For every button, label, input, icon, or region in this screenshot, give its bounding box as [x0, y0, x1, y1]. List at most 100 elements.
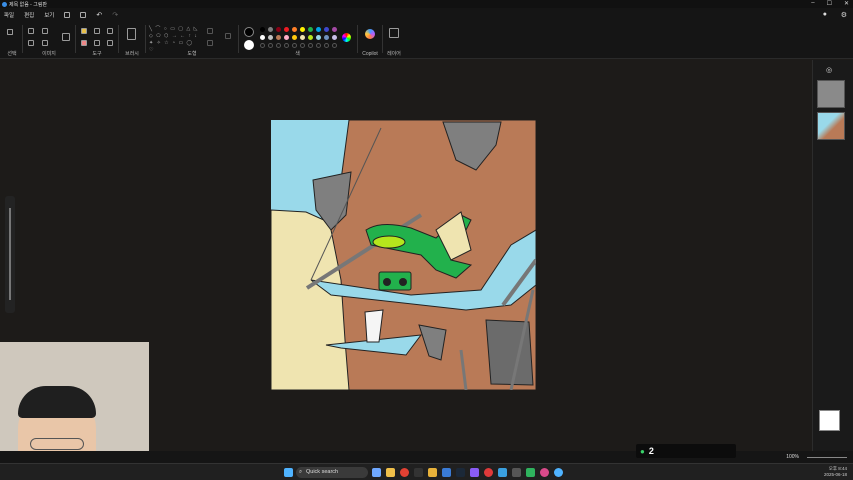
empty-color-slot[interactable]: [332, 43, 337, 48]
color-swatch[interactable]: [268, 35, 273, 40]
taskbar-search[interactable]: ⌕ Quick search: [296, 467, 368, 478]
profile-icon[interactable]: ●: [823, 11, 827, 18]
color-swatch[interactable]: [284, 35, 289, 40]
menu-view[interactable]: 보기: [44, 11, 54, 19]
divider: [118, 25, 119, 53]
empty-color-slot[interactable]: [324, 43, 329, 48]
color-picker-icon[interactable]: [94, 40, 100, 46]
color-swatch[interactable]: [308, 35, 313, 40]
menu-edit[interactable]: 편집: [24, 11, 34, 19]
menu-bar: 파일 편집 보기 ↶ ↷ ● ⚙: [0, 8, 853, 21]
window-title: 제목 없음 - 그림판: [9, 1, 48, 8]
outline-icon[interactable]: [207, 28, 213, 34]
chrome-icon[interactable]: [400, 468, 409, 477]
color-swatch[interactable]: [324, 35, 329, 40]
color-swatch[interactable]: [316, 27, 321, 32]
empty-color-slot[interactable]: [260, 43, 265, 48]
app-icon[interactable]: [484, 468, 493, 477]
app-icon[interactable]: [540, 468, 549, 477]
layers-icon[interactable]: [389, 28, 399, 38]
background-removal-icon[interactable]: [62, 33, 70, 41]
color-swatch[interactable]: [292, 35, 297, 40]
empty-color-slot[interactable]: [308, 43, 313, 48]
undo-icon[interactable]: ↶: [96, 11, 102, 19]
zoom-slider[interactable]: [9, 208, 11, 300]
fill-icon[interactable]: [94, 28, 100, 34]
color-swatch[interactable]: [316, 35, 321, 40]
color-swatch[interactable]: [276, 35, 281, 40]
save-icon[interactable]: [64, 11, 71, 18]
resize-icon[interactable]: [42, 28, 48, 34]
select-icon[interactable]: [7, 29, 13, 35]
color-swatch[interactable]: [300, 27, 305, 32]
brushes-group: 브러시: [120, 23, 144, 57]
copilot-icon[interactable]: [365, 29, 375, 39]
empty-color-slot[interactable]: [292, 43, 297, 48]
menu-file[interactable]: 파일: [4, 11, 14, 19]
color-swatch[interactable]: [332, 27, 337, 32]
app-icon[interactable]: [526, 468, 535, 477]
text-icon[interactable]: [107, 28, 113, 34]
app-icon[interactable]: [470, 468, 479, 477]
color-swatch[interactable]: [268, 27, 273, 32]
secondary-color[interactable]: [244, 40, 254, 50]
paint-taskbar-icon[interactable]: [554, 468, 563, 477]
rotate-icon[interactable]: [28, 40, 34, 46]
empty-color-slot[interactable]: [276, 43, 281, 48]
empty-color-slot[interactable]: [316, 43, 321, 48]
file-explorer-icon[interactable]: [386, 468, 395, 477]
color-swatch[interactable]: [292, 27, 297, 32]
color-swatch[interactable]: [284, 27, 289, 32]
start-icon[interactable]: [284, 468, 293, 477]
copilot-taskbar-icon[interactable]: [372, 468, 381, 477]
stroke-size-icon[interactable]: [225, 33, 231, 39]
secondary-color-chip[interactable]: [819, 410, 840, 431]
color-swatch[interactable]: [300, 35, 305, 40]
app-icon[interactable]: [498, 468, 507, 477]
layer-visibility-icon[interactable]: ◎: [826, 66, 832, 74]
zoom-slider-bar[interactable]: [807, 456, 847, 458]
zoom-slider-panel: [5, 196, 15, 313]
share-icon[interactable]: [80, 11, 87, 18]
app-icon[interactable]: [428, 468, 437, 477]
selection-label: 선택: [7, 51, 17, 57]
brush-icon[interactable]: [127, 28, 136, 40]
system-tray[interactable]: 오후 8:44 2025-06-18: [824, 466, 847, 478]
tools-group: 도구: [77, 23, 117, 57]
frog-belly: [372, 235, 406, 249]
settings-icon[interactable]: ⚙: [841, 11, 847, 19]
maximize-button[interactable]: ☐: [827, 0, 832, 7]
steam-icon[interactable]: [456, 468, 465, 477]
shapes-gallery[interactable]: ╲ ⌒ ○ ▭ ▢ △ ◺ ◇ ⬠ ⬡ → ← ↑ ↓ ✦ ✧ ☆ ◔ ▭ ◯ ♡: [149, 26, 201, 53]
layer-thumbnail[interactable]: [817, 112, 845, 140]
webcam-glasses: [30, 438, 84, 450]
color-swatch[interactable]: [260, 35, 265, 40]
layer-thumbnail[interactable]: [817, 80, 845, 108]
edit-colors-icon[interactable]: [342, 33, 351, 42]
empty-color-slot[interactable]: [300, 43, 305, 48]
minimize-button[interactable]: –: [811, 0, 814, 7]
drawing-canvas[interactable]: [271, 120, 536, 390]
app-icon[interactable]: [512, 468, 521, 477]
shape-fill-icon[interactable]: [207, 40, 213, 46]
flip-icon[interactable]: [42, 40, 48, 46]
color-swatch[interactable]: [276, 27, 281, 32]
redo-icon[interactable]: ↷: [112, 11, 118, 19]
primary-color[interactable]: [244, 27, 254, 37]
app-icon[interactable]: [442, 468, 451, 477]
empty-color-slot[interactable]: [268, 43, 273, 48]
divider: [238, 25, 239, 53]
eraser-icon[interactable]: [81, 40, 87, 46]
empty-color-slot[interactable]: [284, 43, 289, 48]
terminal-icon[interactable]: [414, 468, 423, 477]
color-swatch[interactable]: [260, 27, 265, 32]
color-swatch[interactable]: [308, 27, 313, 32]
search-icon: ⌕: [299, 469, 303, 475]
close-button[interactable]: ✕: [844, 0, 849, 7]
pencil-icon[interactable]: [81, 28, 87, 34]
color-swatch[interactable]: [324, 27, 329, 32]
crop-icon[interactable]: [28, 28, 34, 34]
color-swatch[interactable]: [332, 35, 337, 40]
taskbar: ⌕ Quick search 오후 8:44 2025-06-18: [0, 463, 853, 480]
magnifier-icon[interactable]: [107, 40, 113, 46]
